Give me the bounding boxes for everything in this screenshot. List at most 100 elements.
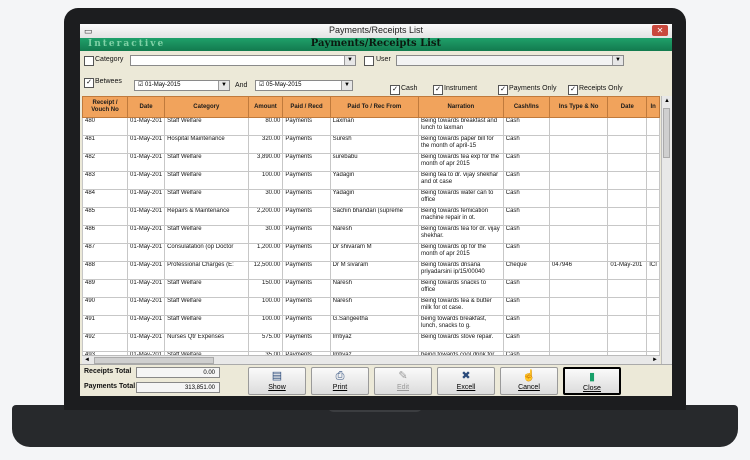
user-select[interactable]: ▼ [396,55,624,66]
payments-total-label: Payments Total [84,383,136,390]
table-row[interactable]: 483 01-May-201 Staff Welfare 100.00 Payments… [82,171,660,190]
table-cell: 80.00 [247,117,284,136]
table-cell [646,135,660,154]
chevron-down-icon[interactable]: ▼ [612,56,623,65]
vertical-scrollbar[interactable]: ▲ [661,96,672,374]
table-cell: 488 [82,261,129,280]
to-date-picker[interactable]: ☑ 05-May-2015 ▼ [255,80,353,91]
user-label: User [376,56,391,63]
table-cell: 01-May-201 [127,297,166,316]
table-cell: 047946 [548,261,609,280]
table-row[interactable]: 490 01-May-201 Staff Welfare 100.00 Payments… [82,297,660,316]
payments-only-label: Payments Only [509,85,557,92]
hand-pointer-icon: ☝ [522,370,536,382]
column-header[interactable]: Date [127,96,166,118]
instrument-checkbox[interactable]: ✓ [433,85,443,95]
table-row[interactable]: 492 01-May-201 Nurses Qtr Expenses 575.00 Pa… [82,333,660,352]
table-cell [646,297,660,316]
table-row[interactable]: 485 01-May-201 Repairs & Maintenance 2,200.… [82,207,660,226]
table-cell: 489 [82,279,129,298]
document-icon: ▤ [271,370,283,382]
table-row[interactable]: 488 01-May-201 Professional Charges (E: 12,… [82,261,660,280]
table-row[interactable]: 480 01-May-201 Staff Welfare 80.00 Payments L… [82,117,660,136]
table-cell [548,135,609,154]
table-cell: 01-May-201 [127,135,166,154]
show-button[interactable]: ▤ Show [248,367,306,395]
table-cell: Being towards drisana priyadarsini ip/15… [418,261,504,280]
chevron-down-icon[interactable]: ▼ [341,81,352,90]
column-header[interactable]: Amount [247,96,284,118]
table-row[interactable]: 481 01-May-201 Hospital Maintenance 320.00 P… [82,135,660,154]
printer-icon: ⎙ [335,370,345,382]
table-cell: Being towards snacks to office [418,279,504,298]
table-cell: Repairs & Maintenance [164,207,249,226]
scroll-thumb[interactable] [663,108,670,158]
table-cell: Staff Welfare [164,153,249,172]
table-row[interactable]: 487 01-May-201 Consulatation (op Doctor 1,2… [82,243,660,262]
table-row[interactable]: 486 01-May-201 Staff Welfare 30.00 Payments N… [82,225,660,244]
table-cell: Cash [502,207,550,226]
table-cell: 485 [82,207,129,226]
payments-grid[interactable]: Receipt / Vouch No Date Category Amount Paid… [82,96,660,374]
table-cell [548,333,609,352]
table-cell: Consulatation (op Doctor [164,243,249,262]
h-scroll-thumb[interactable] [94,357,214,364]
from-date-picker[interactable]: ☑ 01-May-2015 ▼ [134,80,230,91]
excel-button-label: Excell [456,384,476,391]
column-header[interactable]: Date [607,96,648,118]
cash-checkbox[interactable]: ✓ [390,85,400,95]
close-button[interactable]: ▮ Close [563,367,621,395]
receipts-only-checkbox[interactable]: ✓ [568,85,578,95]
table-row[interactable]: 482 01-May-201 Staff Welfare 3,890.00 Paymen… [82,153,660,172]
table-header-row: Receipt / Vouch No Date Category Amount Paid… [82,96,660,118]
app-window: ▭ Payments/Receipts List ✕ Interactive P… [80,24,672,396]
edit-button[interactable]: ✎ Edit [374,367,432,395]
table-cell: 481 [82,135,129,154]
category-select[interactable]: ▼ [130,55,356,66]
table-cell [607,117,648,136]
table-cell: Being towards op for the month of apr 20… [418,243,504,262]
table-row[interactable]: 491 01-May-201 Staff Welfare 100.00 Payments… [82,315,660,334]
category-checkbox[interactable] [84,56,94,66]
table-cell: Being towards tea exp for the month of a… [418,153,504,172]
print-button[interactable]: ⎙ Print [311,367,369,395]
banner: Interactive Payments/Receipts List [80,38,672,51]
title-bar: ▭ Payments/Receipts List ✕ [80,24,672,39]
table-cell [548,189,609,208]
table-cell: 01-May-201 [127,225,166,244]
scroll-up-icon[interactable]: ▲ [662,96,672,106]
table-cell: 01-May-201 [127,117,166,136]
table-row[interactable]: 489 01-May-201 Staff Welfare 150.00 Payments… [82,279,660,298]
payments-only-checkbox[interactable]: ✓ [498,85,508,95]
chevron-down-icon[interactable]: ▼ [344,56,355,65]
cancel-button[interactable]: ☝ Cancel [500,367,558,395]
table-row[interactable]: 484 01-May-201 Staff Welfare 30.00 Payments Y… [82,189,660,208]
table-cell [607,225,648,244]
to-date-value: 05-May-2015 [266,82,302,88]
column-header[interactable]: Category [164,96,249,118]
table-cell: Staff Welfare [164,171,249,190]
table-cell [548,207,609,226]
table-cell: Being towards tea & butter milk for ot c… [418,297,504,316]
table-cell: Staff Welfare [164,189,249,208]
table-cell: Dr M sivaram [329,261,420,280]
table-cell [548,153,609,172]
table-cell: Professional Charges (E: [164,261,249,280]
user-checkbox[interactable] [364,56,374,66]
column-header[interactable]: Cash/Ins [502,96,550,118]
column-header[interactable]: Narration [418,96,504,118]
close-window-button[interactable]: ✕ [652,25,668,36]
column-header[interactable]: Ins Type & No [548,96,609,118]
excel-button[interactable]: ✖ Excell [437,367,495,395]
table-cell: Hospital Maintenance [164,135,249,154]
chevron-down-icon[interactable]: ▼ [218,81,229,90]
table-cell: 1,200.00 [247,243,284,262]
column-header[interactable]: In [646,96,660,118]
table-cell [646,279,660,298]
column-header[interactable]: Receipt / Vouch No [82,96,129,118]
between-checkbox[interactable]: ✓ [84,78,94,88]
table-cell: Cash [502,333,550,352]
column-header[interactable]: Paid To / Rec From [329,96,420,118]
table-cell: 490 [82,297,129,316]
column-header[interactable]: Paid / Recd [282,96,331,118]
